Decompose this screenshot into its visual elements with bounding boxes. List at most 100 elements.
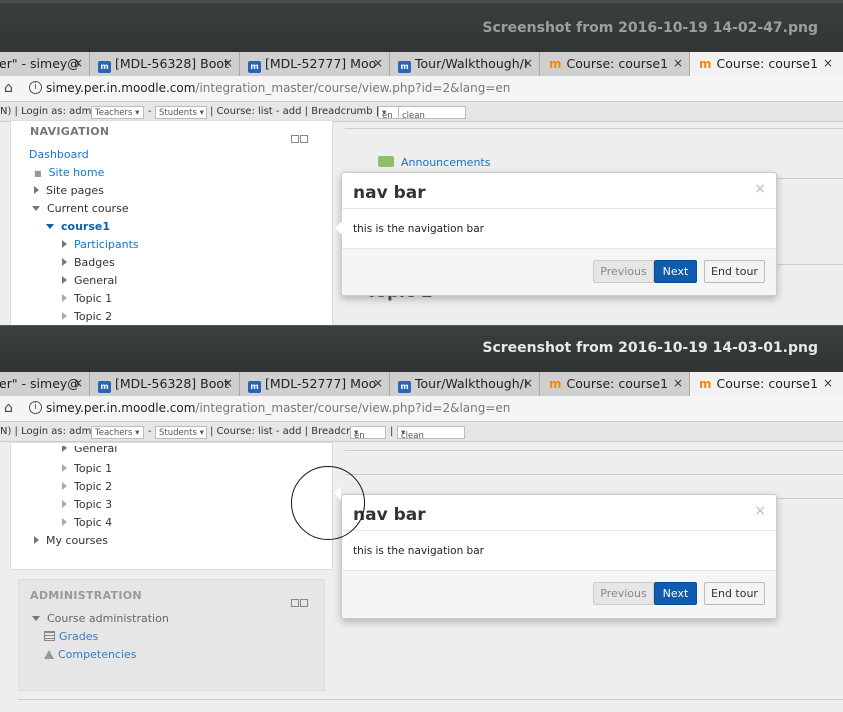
url-host: simey.per.in.moodle.com: [46, 401, 196, 415]
nav-topic2[interactable]: Topic 2: [62, 310, 112, 323]
home-icon[interactable]: ⌂: [4, 80, 13, 96]
nav-grades[interactable]: Grades: [44, 630, 98, 643]
nav-label: Course administration: [47, 612, 169, 625]
announcements-link[interactable]: Announcements: [378, 156, 490, 169]
browser-tab[interactable]: m Tour/Walkthough/I ×: [389, 372, 539, 396]
close-icon[interactable]: ×: [754, 181, 766, 197]
close-icon[interactable]: ×: [73, 56, 83, 70]
annotation-circle: [291, 466, 365, 540]
next-button[interactable]: Next: [654, 260, 697, 283]
nav-label: Topic 1: [74, 462, 113, 475]
nav-label: Topic 2: [74, 310, 113, 323]
nav-label: Participants: [74, 238, 139, 251]
close-icon[interactable]: ×: [673, 376, 683, 390]
next-button[interactable]: Next: [654, 582, 697, 605]
jira-icon: m: [98, 381, 111, 393]
browser-tab-strip: er" - simey@ × m [MDL-56328] Boot × m [MDL-5…: [0, 372, 843, 396]
close-icon[interactable]: ×: [223, 376, 233, 390]
window-titlebar: Screenshot from 2016-10-19 14-02-47.png: [0, 0, 843, 56]
toolbar-course-links[interactable]: | Course: list - add | Breadcrumb |: [210, 106, 379, 117]
tab-label: er" - simey@: [0, 376, 80, 391]
browser-tab[interactable]: m Course: course1 ×: [539, 52, 689, 76]
language-select[interactable]: en ▾: [350, 426, 386, 441]
toolbar-dash: -: [148, 106, 152, 117]
nav-badges[interactable]: Badges: [62, 256, 115, 269]
nav-label: Badges: [74, 256, 115, 269]
nav-topic1[interactable]: Topic 1: [62, 462, 112, 475]
close-icon[interactable]: ×: [523, 56, 533, 70]
nav-label: Grades: [59, 630, 99, 643]
info-icon[interactable]: i: [29, 81, 42, 94]
teachers-select[interactable]: Teachers ▾: [91, 426, 144, 439]
url-text[interactable]: simey.per.in.moodle.com/integration_mast…: [46, 401, 510, 415]
close-icon[interactable]: ×: [373, 376, 383, 390]
browser-tab-active[interactable]: m Course: course1 ×: [689, 372, 843, 396]
toolbar-dash: -: [148, 426, 152, 437]
close-icon[interactable]: ×: [823, 56, 833, 70]
nav-site-pages[interactable]: Site pages: [34, 184, 104, 197]
address-bar[interactable]: ⌂ i simey.per.in.moodle.com/integration_…: [0, 76, 843, 102]
browser-tab[interactable]: m [MDL-52777] Moo ×: [239, 372, 389, 396]
nav-topic1[interactable]: Topic 1: [62, 292, 112, 305]
window-titlebar: Screenshot from 2016-10-19 14-03-01.png: [0, 325, 843, 373]
students-select[interactable]: Students ▾: [155, 426, 207, 439]
browser-tab[interactable]: m [MDL-56328] Boot ×: [89, 52, 239, 76]
nav-course1[interactable]: course1: [46, 220, 110, 233]
moodle-icon: m: [699, 57, 712, 71]
url-text[interactable]: simey.per.in.moodle.com/integration_mast…: [46, 81, 510, 95]
jira-icon: m: [398, 61, 411, 73]
nav-competencies[interactable]: Competencies: [44, 648, 137, 661]
language-value: en: [354, 431, 365, 441]
nav-course-administration[interactable]: Course administration: [32, 612, 169, 625]
browser-tab[interactable]: m [MDL-56328] Boot ×: [89, 372, 239, 396]
teachers-select[interactable]: Teachers ▾: [91, 106, 144, 119]
nav-label: course1: [61, 220, 110, 233]
block-controls-icon[interactable]: [291, 592, 311, 607]
close-icon[interactable]: ×: [673, 56, 683, 70]
close-icon[interactable]: ×: [73, 376, 83, 390]
close-icon[interactable]: ×: [223, 56, 233, 70]
browser-tab-strip: er" - simey@ × m [MDL-56328] Boot × m [MDL-5…: [0, 52, 843, 76]
nav-topic3[interactable]: Topic 3: [62, 498, 112, 511]
info-icon[interactable]: i: [29, 401, 42, 414]
close-icon[interactable]: ×: [373, 56, 383, 70]
nav-dashboard[interactable]: Dashboard: [29, 148, 89, 161]
grades-icon: [44, 631, 55, 641]
nav-current-course[interactable]: Current course: [32, 202, 129, 215]
theme-select[interactable]: clean: [398, 106, 466, 121]
previous-button[interactable]: Previous: [593, 260, 654, 283]
moodle-dev-toolbar: N) | Login as: admin - Teachers ▾ - Stud…: [0, 102, 843, 122]
home-icon[interactable]: ⌂: [4, 400, 13, 416]
tour-popover: nav bar × this is the navigation bar Pre…: [335, 172, 777, 296]
browser-tab-active[interactable]: m Course: course1 ×: [689, 52, 843, 76]
nav-participants[interactable]: Participants: [62, 238, 139, 251]
nav-topic4[interactable]: Topic 4: [62, 516, 112, 529]
end-tour-button[interactable]: End tour: [704, 260, 765, 283]
students-select[interactable]: Students ▾: [155, 106, 207, 119]
browser-tab[interactable]: m Course: course1 ×: [539, 372, 689, 396]
end-tour-button[interactable]: End tour: [704, 582, 765, 605]
close-icon[interactable]: ×: [754, 503, 766, 519]
nav-topic2[interactable]: Topic 2: [62, 480, 112, 493]
course-page: NAVIGATION Dashboard ■ Site home Site pag…: [0, 120, 843, 325]
nav-my-courses[interactable]: My courses: [34, 534, 108, 547]
nav-site-home[interactable]: ■ Site home: [34, 166, 104, 179]
block-controls-icon[interactable]: [291, 128, 311, 143]
close-icon[interactable]: ×: [523, 376, 533, 390]
url-host: simey.per.in.moodle.com: [46, 81, 196, 95]
browser-tab[interactable]: er" - simey@ ×: [0, 52, 89, 76]
chevron-right-icon: [62, 464, 67, 472]
browser-tab[interactable]: m Tour/Walkthough/I ×: [389, 52, 539, 76]
browser-tab[interactable]: er" - simey@ ×: [0, 372, 89, 396]
tab-label: Course: course1: [566, 376, 669, 391]
address-bar[interactable]: ⌂ i simey.per.in.moodle.com/integration_…: [0, 396, 843, 422]
previous-button[interactable]: Previous: [593, 582, 654, 605]
theme-select[interactable]: clean ▾: [397, 426, 465, 441]
moodle-icon: m: [699, 377, 712, 391]
tab-label: Tour/Walkthough/I: [415, 56, 528, 71]
browser-tab[interactable]: m [MDL-52777] Moo ×: [239, 52, 389, 76]
close-icon[interactable]: ×: [823, 376, 833, 390]
nav-general[interactable]: General: [62, 274, 117, 287]
tab-label: [MDL-56328] Boot: [115, 376, 229, 391]
nav-label: Competencies: [58, 648, 137, 661]
